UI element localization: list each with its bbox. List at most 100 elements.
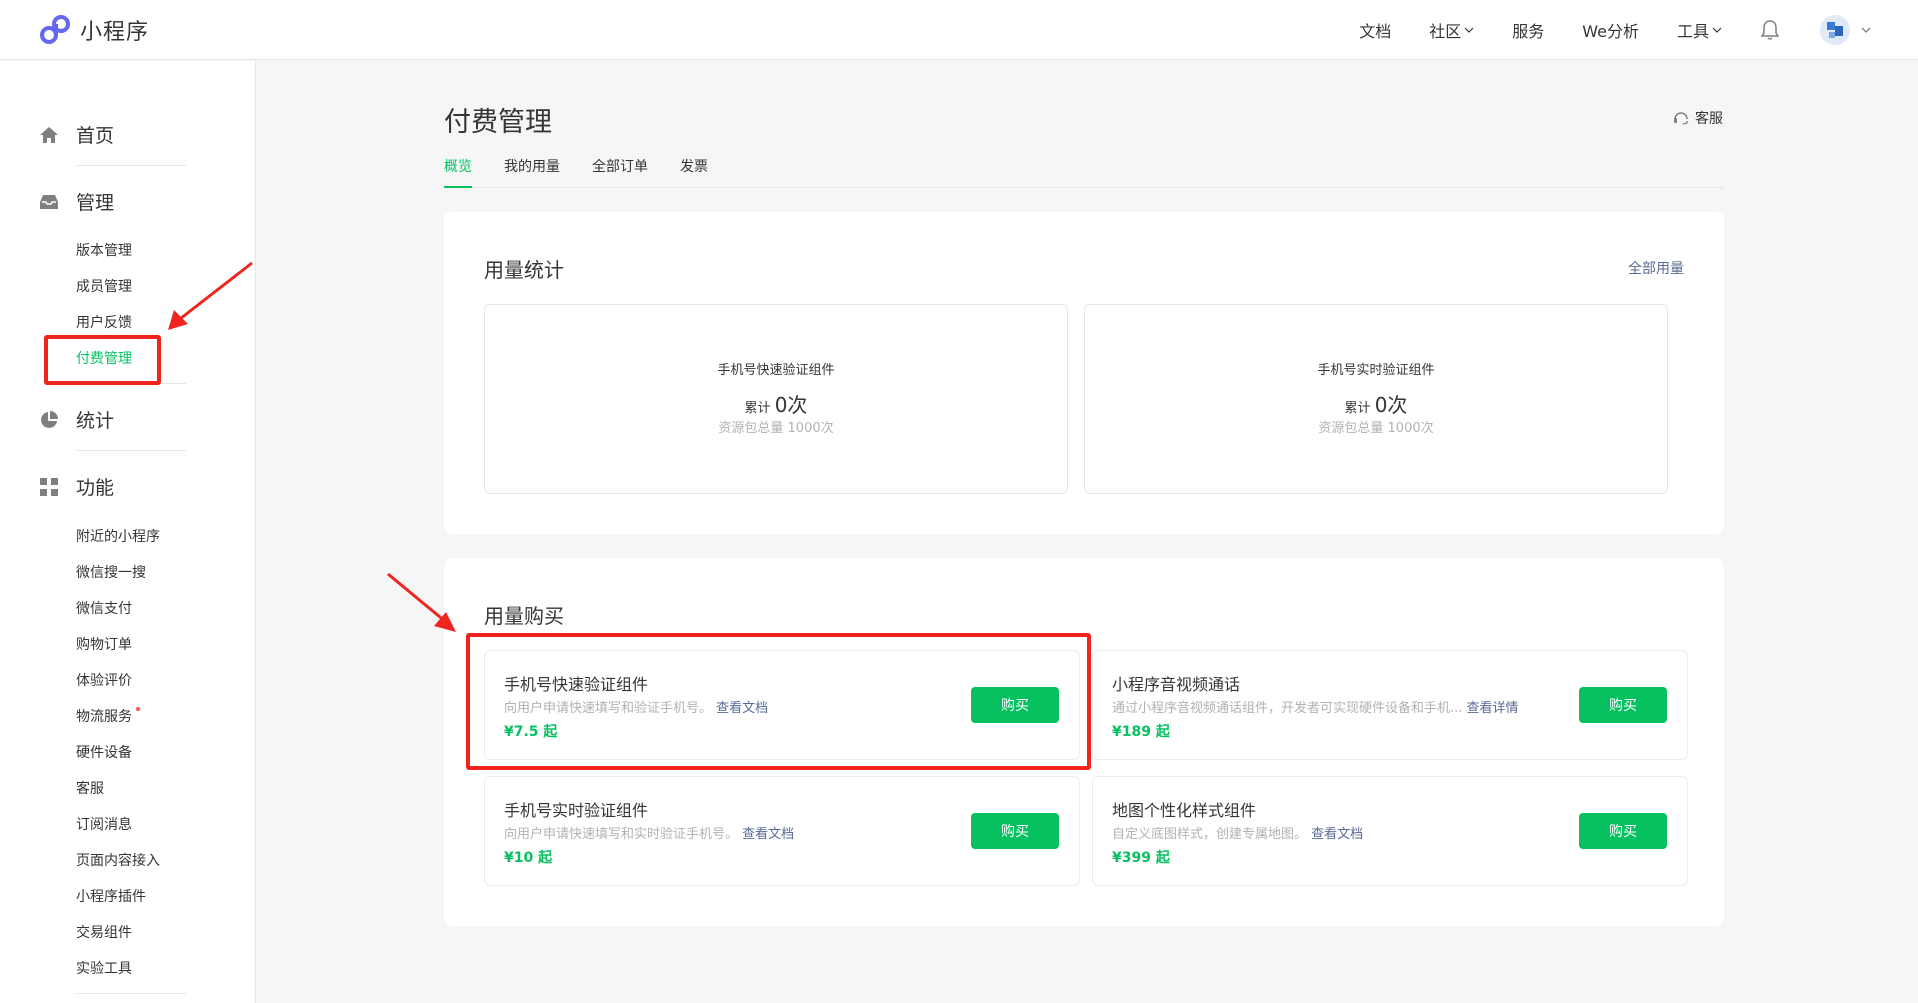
sidebar-item-customer-service[interactable]: 客服 xyxy=(76,778,104,798)
buy-button[interactable]: 购买 xyxy=(1579,687,1667,723)
usage-purchase-title: 用量购买 xyxy=(484,604,564,628)
product-desc: 向用户申请快速填写和实时验证手机号。 查看文档 xyxy=(504,823,794,842)
pie-chart-icon xyxy=(38,409,60,431)
product-desc-text: 向用户申请快速填写和实时验证手机号。 xyxy=(504,827,739,842)
product-card-map-style: 地图个性化样式组件 自定义底图样式，创建专属地图。 查看文档 ¥399 起 购买 xyxy=(1092,776,1688,886)
sidebar-item-wechat-pay[interactable]: 微信支付 xyxy=(76,598,132,618)
sidebar-item-plugins[interactable]: 小程序插件 xyxy=(76,886,146,906)
stat-cum-label: 累计 xyxy=(744,401,771,416)
stat-name: 手机号实时验证组件 xyxy=(1317,363,1435,378)
product-card-realtime-verify: 手机号实时验证组件 向用户申请快速填写和实时验证手机号。 查看文档 ¥10 起 … xyxy=(484,776,1080,886)
product-desc-text: 自定义底图样式，创建专属地图。 xyxy=(1112,827,1308,842)
product-card-av-call: 小程序音视频通话 通过小程序音视频通话组件，开发者可实现硬件设备和手机... 查… xyxy=(1092,650,1688,760)
product-price: ¥10 起 xyxy=(504,850,553,866)
stat-total: 资源包总量 1000次 xyxy=(1318,421,1434,436)
view-docs-link[interactable]: 查看文档 xyxy=(742,827,794,842)
nav-services[interactable]: 服务 xyxy=(1512,18,1544,42)
sidebar-item-member-manage[interactable]: 成员管理 xyxy=(76,276,132,296)
stat-count-value: 0次 xyxy=(774,393,808,417)
nav-community-label: 社区 xyxy=(1429,22,1462,41)
stat-count: 累计 0次 xyxy=(1085,389,1667,418)
sidebar-item-manage[interactable]: 管理 xyxy=(38,188,114,215)
sidebar-features-label: 功能 xyxy=(76,477,115,499)
nav-services-label: 服务 xyxy=(1512,22,1545,41)
product-name: 小程序音视频通话 xyxy=(1112,675,1241,694)
product-name: 手机号实时验证组件 xyxy=(504,801,649,820)
sidebar-item-shopping-orders[interactable]: 购物订单 xyxy=(76,634,132,654)
app-logo[interactable]: 小程序 xyxy=(38,14,149,46)
tab-bar: 概览 我的用量 全部订单 发票 xyxy=(444,156,1724,188)
usage-stats-title: 用量统计 xyxy=(484,258,564,282)
product-desc: 通过小程序音视频通话组件，开发者可实现硬件设备和手机... 查看详情 xyxy=(1112,697,1519,716)
sidebar-item-home[interactable]: 首页 xyxy=(38,121,114,148)
sidebar-item-nearby[interactable]: 附近的小程序 xyxy=(76,526,160,546)
sidebar-item-logistics[interactable]: 物流服务 xyxy=(76,706,132,726)
chevron-down-icon xyxy=(1712,27,1722,33)
view-docs-link[interactable]: 查看文档 xyxy=(1311,827,1363,842)
tab-invoice[interactable]: 发票 xyxy=(680,156,708,188)
inbox-icon xyxy=(38,191,60,213)
stat-name: 手机号快速验证组件 xyxy=(717,363,835,378)
buy-button[interactable]: 购买 xyxy=(1579,813,1667,849)
stat-count: 累计 0次 xyxy=(485,389,1067,418)
sidebar-manage-label: 管理 xyxy=(76,192,115,214)
tab-my-usage[interactable]: 我的用量 xyxy=(504,156,560,188)
sidebar-item-stats[interactable]: 统计 xyxy=(38,406,114,433)
all-usage-link[interactable]: 全部用量 xyxy=(1628,258,1684,278)
product-name: 地图个性化样式组件 xyxy=(1112,801,1257,820)
new-badge-dot xyxy=(136,707,140,711)
product-price: ¥189 起 xyxy=(1112,724,1170,740)
nav-analytics-label: We分析 xyxy=(1582,22,1639,41)
sidebar-item-hardware[interactable]: 硬件设备 xyxy=(76,742,132,762)
product-desc-text: 通过小程序音视频通话组件，开发者可实现硬件设备和手机... xyxy=(1112,701,1463,716)
nav-tools[interactable]: 工具 xyxy=(1677,18,1722,42)
nav-docs[interactable]: 文档 xyxy=(1359,18,1391,42)
stat-count-value: 0次 xyxy=(1374,393,1408,417)
usage-stat-realtime-verify: 手机号实时验证组件 累计 0次 资源包总量 1000次 xyxy=(1084,304,1668,494)
app-name: 小程序 xyxy=(80,20,150,45)
sidebar-home-label: 首页 xyxy=(76,125,115,147)
top-header: 小程序 文档 社区 服务 We分析 工具 xyxy=(0,0,1918,60)
view-details-link[interactable]: 查看详情 xyxy=(1467,701,1519,716)
sidebar-item-features[interactable]: 功能 xyxy=(38,473,114,500)
sidebar-item-user-feedback[interactable]: 用户反馈 xyxy=(76,312,132,332)
customer-service-label: 客服 xyxy=(1695,111,1723,127)
nav-community[interactable]: 社区 xyxy=(1429,18,1474,42)
tab-overview[interactable]: 概览 xyxy=(444,156,472,188)
buy-button[interactable]: 购买 xyxy=(971,813,1059,849)
sidebar-item-subscription-msg[interactable]: 订阅消息 xyxy=(76,814,132,834)
user-avatar[interactable] xyxy=(1820,15,1850,45)
notification-bell-icon[interactable] xyxy=(1760,19,1780,41)
customer-service-link[interactable]: 客服 xyxy=(1673,108,1723,128)
nav-analytics[interactable]: We分析 xyxy=(1582,18,1639,42)
divider xyxy=(76,993,186,994)
sidebar-stats-label: 统计 xyxy=(76,410,115,432)
sidebar-item-trade-component[interactable]: 交易组件 xyxy=(76,922,132,942)
stat-total: 资源包总量 1000次 xyxy=(718,421,834,436)
annotation-arrow-icon xyxy=(168,261,253,330)
nav-tools-label: 工具 xyxy=(1676,22,1709,41)
product-desc: 自定义底图样式，创建专属地图。 查看文档 xyxy=(1112,823,1363,842)
page-title: 付费管理 xyxy=(444,107,552,138)
sidebar: 首页 管理 版本管理 成员管理 用户反馈 付费管理 统计 功能 附近的小程序 微… xyxy=(0,61,256,1003)
product-price: ¥399 起 xyxy=(1112,850,1170,866)
chevron-down-icon xyxy=(1464,27,1474,33)
tab-all-orders[interactable]: 全部订单 xyxy=(592,156,648,188)
sidebar-item-wechat-search[interactable]: 微信搜一搜 xyxy=(76,562,146,582)
usage-stat-quick-verify: 手机号快速验证组件 累计 0次 资源包总量 1000次 xyxy=(484,304,1068,494)
home-icon xyxy=(38,124,60,146)
highlight-box-sidebar xyxy=(44,335,161,385)
miniprogram-logo-icon xyxy=(40,15,70,44)
annotation-arrow-icon xyxy=(387,572,456,632)
sidebar-item-page-content[interactable]: 页面内容接入 xyxy=(76,850,160,870)
grid-icon xyxy=(38,476,60,498)
sidebar-item-experience-review[interactable]: 体验评价 xyxy=(76,670,132,690)
chevron-down-icon[interactable] xyxy=(1860,24,1872,36)
sidebar-item-lab-tools[interactable]: 实验工具 xyxy=(76,958,132,978)
nav-docs-label: 文档 xyxy=(1359,22,1392,41)
divider xyxy=(76,450,186,451)
headset-icon xyxy=(1674,112,1688,125)
top-nav: 文档 社区 服务 We分析 工具 xyxy=(1359,0,1918,60)
sidebar-item-version-manage[interactable]: 版本管理 xyxy=(76,240,132,260)
divider xyxy=(76,165,186,166)
